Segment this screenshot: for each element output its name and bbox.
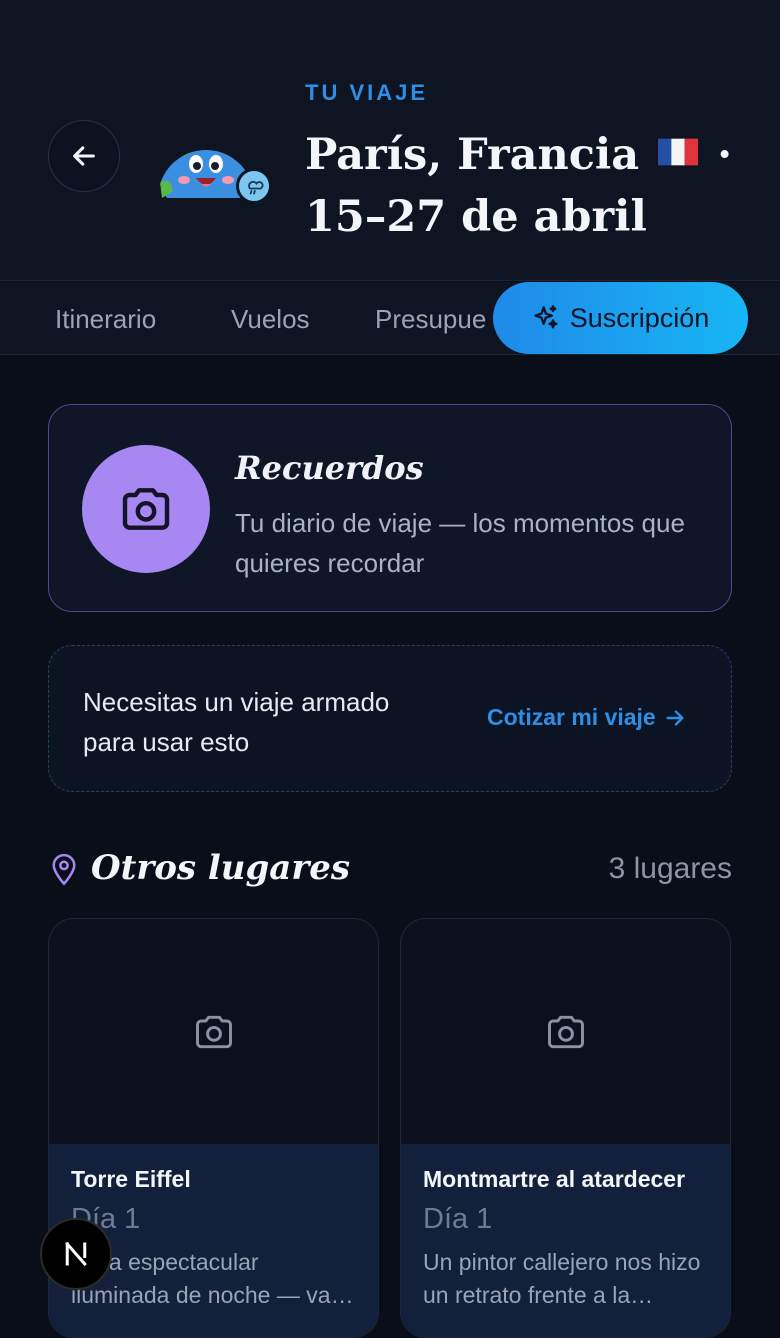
place-info: Montmartre al atardecer Día 1 Un pintor … (401, 1144, 730, 1337)
tab-flights[interactable]: Vuelos (231, 304, 310, 335)
trip-header: TU VIAJE París, Francia · 15–27 de abril (0, 0, 780, 281)
place-photo-placeholder (49, 919, 378, 1144)
notice-text: Necesitas un viaje armado para usar esto (83, 687, 390, 757)
trip-dates: 15–27 de abril (305, 192, 647, 242)
sparkles-icon (534, 305, 558, 329)
trip-title: París, Francia · 15–27 de abril (305, 124, 745, 248)
other-places-title: Otros lugares (91, 848, 351, 888)
map-pin-icon (52, 854, 76, 886)
n-logo-icon (65, 1241, 87, 1267)
dev-tools-button[interactable] (40, 1218, 112, 1290)
other-places-header: Otros lugares 3 lugares (48, 848, 732, 892)
trip-tabs: Itinerario Vuelos Presupuesto Suscripció… (0, 282, 780, 355)
trip-eyebrow: TU VIAJE (305, 80, 429, 105)
arrow-right-icon (666, 709, 684, 726)
place-description: Un pintor callejero nos hizo un retrato … (423, 1249, 701, 1308)
quote-trip-label: Cotizar mi viaje (487, 704, 656, 730)
camera-icon (547, 1015, 584, 1048)
quote-trip-link[interactable]: Cotizar mi viaje (487, 704, 686, 731)
tab-budget[interactable]: Presupuesto (375, 304, 487, 335)
camera-icon (122, 488, 170, 530)
place-day: Día 1 (423, 1203, 493, 1235)
title-separator: · (717, 130, 733, 180)
memories-title: Recuerdos (235, 449, 424, 487)
places-count: 3 lugares (608, 852, 732, 885)
back-button[interactable] (48, 120, 120, 192)
place-day: Día 1 (71, 1203, 141, 1235)
france-flag-icon (658, 138, 699, 166)
trip-destination: París, Francia (305, 130, 640, 180)
place-title: Torre Eiffel (71, 1166, 191, 1192)
avatar-badge (236, 168, 272, 204)
place-title: Montmartre al atardecer (423, 1166, 686, 1192)
place-description: Vista espectacular iluminada de noche — … (71, 1249, 349, 1308)
cloud-rain-icon (248, 180, 264, 195)
place-card[interactable]: Montmartre al atardecer Día 1 Un pintor … (400, 918, 731, 1338)
memories-card[interactable]: Recuerdos Tu diario de viaje — los momen… (48, 404, 732, 612)
camera-icon (195, 1015, 232, 1048)
memories-description: Tu diario de viaje — los momentos que qu… (235, 508, 685, 578)
subscription-button[interactable]: Suscripción (493, 282, 748, 354)
trip-required-notice: Necesitas un viaje armado para usar esto… (48, 645, 732, 792)
tab-itinerary[interactable]: Itinerario (55, 304, 156, 335)
arrow-left-icon (73, 146, 95, 166)
subscription-label: Suscripción (569, 302, 710, 333)
place-photo-placeholder (401, 919, 730, 1144)
memories-icon-circle (82, 445, 210, 573)
